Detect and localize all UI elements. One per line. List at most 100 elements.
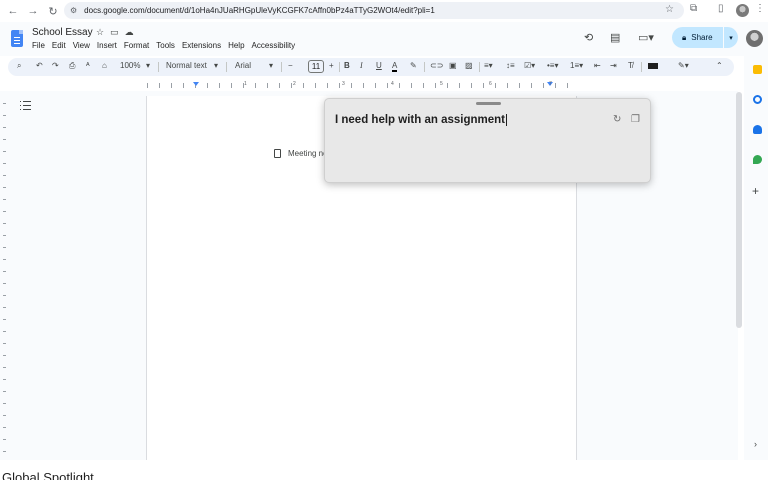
print-icon[interactable]: ⎙ xyxy=(69,61,75,71)
menu-tools[interactable]: Tools xyxy=(156,41,175,50)
smart-chip[interactable]: Meeting no xyxy=(270,145,328,161)
chevron-down-icon[interactable]: ▾ xyxy=(146,61,150,70)
reload-icon[interactable]: ↻ xyxy=(46,5,60,18)
share-label: Share xyxy=(691,33,713,42)
editing-mode-icon[interactable]: ✎▾ xyxy=(678,61,689,70)
text-color-button[interactable]: A xyxy=(392,61,398,72)
keep-icon[interactable] xyxy=(753,65,762,74)
version-history-icon[interactable]: ⟲ xyxy=(584,31,593,44)
line-spacing-icon[interactable]: ↕≡ xyxy=(506,61,515,70)
url-text: docs.google.com/document/d/1oHa4nJUaRHGp… xyxy=(84,6,435,15)
site-settings-icon[interactable]: ⚙ xyxy=(70,6,77,15)
checklist-icon[interactable]: ☑▾ xyxy=(524,61,535,70)
italic-button[interactable]: I xyxy=(360,61,363,70)
ruler-number: 2 xyxy=(293,81,296,87)
move-folder-icon[interactable]: ▭ xyxy=(110,27,125,37)
share-dropdown-icon[interactable]: ▾ xyxy=(723,27,738,48)
formatting-toolbar: ⌕ ↶ ↷ ⎙ ᴬ ⌂ 100% ▾ Normal text ▾ Arial ▾… xyxy=(8,58,734,76)
caption-label: Global Spotlight xyxy=(2,470,94,480)
drag-handle[interactable] xyxy=(476,102,501,105)
ruler-number: 6 xyxy=(489,81,492,87)
side-panel: + › xyxy=(744,56,768,460)
clear-formatting-icon[interactable]: T̸ xyxy=(628,61,633,70)
browser-chrome: ← → ↻ ⚙ docs.google.com/document/d/1oHa4… xyxy=(0,0,768,22)
ruler-number: 3 xyxy=(342,81,345,87)
lock-icon: 🔒︎ xyxy=(682,32,687,42)
collapse-toolbar-icon[interactable]: ⌃ xyxy=(716,61,723,70)
tasks-icon[interactable] xyxy=(753,95,762,104)
vertical-ruler[interactable] xyxy=(0,92,8,460)
chevron-down-icon[interactable]: ▾ xyxy=(214,61,218,70)
star-icon[interactable]: ☆ xyxy=(96,27,110,37)
docs-header: School Essay ☆▭☁ File Edit View Insert F… xyxy=(0,22,768,56)
menu-view[interactable]: View xyxy=(73,41,90,50)
left-indent-marker[interactable] xyxy=(193,82,199,86)
bold-button[interactable]: B xyxy=(344,61,350,70)
increase-font-size-icon[interactable]: + xyxy=(329,61,334,70)
contacts-icon[interactable] xyxy=(753,125,762,134)
decrease-indent-icon[interactable]: ⇤ xyxy=(594,61,601,70)
docs-logo-icon[interactable] xyxy=(11,30,23,47)
document-outline-icon[interactable] xyxy=(20,101,31,110)
chip-label: Meeting no xyxy=(288,148,328,158)
screen: ← → ↻ ⚙ docs.google.com/document/d/1oHa4… xyxy=(0,0,768,480)
cloud-status-icon[interactable]: ☁ xyxy=(125,27,140,37)
decrease-font-size-icon[interactable]: − xyxy=(288,61,293,70)
menu-bar: File Edit View Insert Format Tools Exten… xyxy=(32,41,295,50)
forward-icon[interactable]: → xyxy=(26,5,40,17)
ruler-number: 7 xyxy=(549,81,552,87)
bookmark-star-icon[interactable]: ☆ xyxy=(665,4,674,15)
font-size-input[interactable]: 11 xyxy=(308,60,324,73)
menu-extensions[interactable]: Extensions xyxy=(182,41,221,50)
paint-format-icon[interactable]: ⌂ xyxy=(102,61,107,70)
menu-edit[interactable]: Edit xyxy=(52,41,66,50)
text-cursor xyxy=(505,114,507,126)
bulleted-list-icon[interactable]: •≡▾ xyxy=(547,61,558,70)
document-scrollbar[interactable] xyxy=(736,92,742,328)
underline-button[interactable]: U xyxy=(376,61,382,70)
spotlight-panel: I need help with an assignment ↻ ❐ xyxy=(324,98,651,183)
zoom-select[interactable]: 100% xyxy=(120,61,140,70)
comments-icon[interactable]: ▤ xyxy=(610,31,620,44)
chevron-down-icon[interactable]: ▾ xyxy=(269,61,273,70)
numbered-list-icon[interactable]: 1≡▾ xyxy=(570,61,583,70)
menu-format[interactable]: Format xyxy=(124,41,149,50)
menu-accessibility[interactable]: Accessibility xyxy=(252,41,296,50)
add-addon-icon[interactable]: + xyxy=(752,184,759,198)
menu-file[interactable]: File xyxy=(32,41,45,50)
maps-icon[interactable] xyxy=(753,155,762,164)
add-comment-icon[interactable]: ▣ xyxy=(449,61,457,70)
extensions-icon[interactable]: ⧉ xyxy=(690,3,697,14)
browser-profile-avatar[interactable] xyxy=(736,4,749,17)
document-title[interactable]: School Essay xyxy=(32,27,93,38)
side-panel-icon[interactable]: ▯ xyxy=(718,3,724,14)
horizontal-ruler[interactable]: 1 2 3 4 5 6 7 xyxy=(0,79,768,91)
spotlight-input[interactable]: I need help with an assignment xyxy=(335,114,507,126)
browser-menu-icon[interactable]: ⋮ xyxy=(755,3,765,14)
meet-icon[interactable]: ▭▾ xyxy=(638,31,654,44)
spellcheck-icon[interactable]: ᴬ xyxy=(86,61,90,70)
copy-icon[interactable]: ❐ xyxy=(631,114,640,125)
share-button[interactable]: 🔒︎ Share ▾ xyxy=(672,27,738,48)
menu-help[interactable]: Help xyxy=(228,41,244,50)
ruler-number: 5 xyxy=(440,81,443,87)
highlight-icon[interactable]: ✎ xyxy=(410,61,417,70)
ruler-number: 1 xyxy=(244,81,247,87)
align-icon[interactable]: ≡▾ xyxy=(484,61,493,70)
search-menus-icon[interactable]: ⌕ xyxy=(17,61,21,71)
address-bar[interactable]: ⚙ docs.google.com/document/d/1oHa4nJUaRH… xyxy=(64,2,684,19)
input-tools-icon[interactable] xyxy=(648,63,658,69)
back-icon[interactable]: ← xyxy=(6,5,20,17)
increase-indent-icon[interactable]: ⇥ xyxy=(610,61,617,70)
spotlight-query-text: I need help with an assignment xyxy=(335,114,505,126)
collapse-panel-icon[interactable]: › xyxy=(754,439,757,449)
redo-icon[interactable]: ↷ xyxy=(52,61,59,70)
font-select[interactable]: Arial xyxy=(235,61,251,70)
insert-image-icon[interactable]: ▨ xyxy=(465,61,473,70)
account-avatar[interactable] xyxy=(746,30,763,47)
undo-icon[interactable]: ↶ xyxy=(36,61,43,70)
paragraph-style-select[interactable]: Normal text xyxy=(166,61,207,70)
menu-insert[interactable]: Insert xyxy=(97,41,117,50)
insert-link-icon[interactable]: ⊂⊃ xyxy=(430,61,443,70)
refresh-icon[interactable]: ↻ xyxy=(613,114,621,125)
